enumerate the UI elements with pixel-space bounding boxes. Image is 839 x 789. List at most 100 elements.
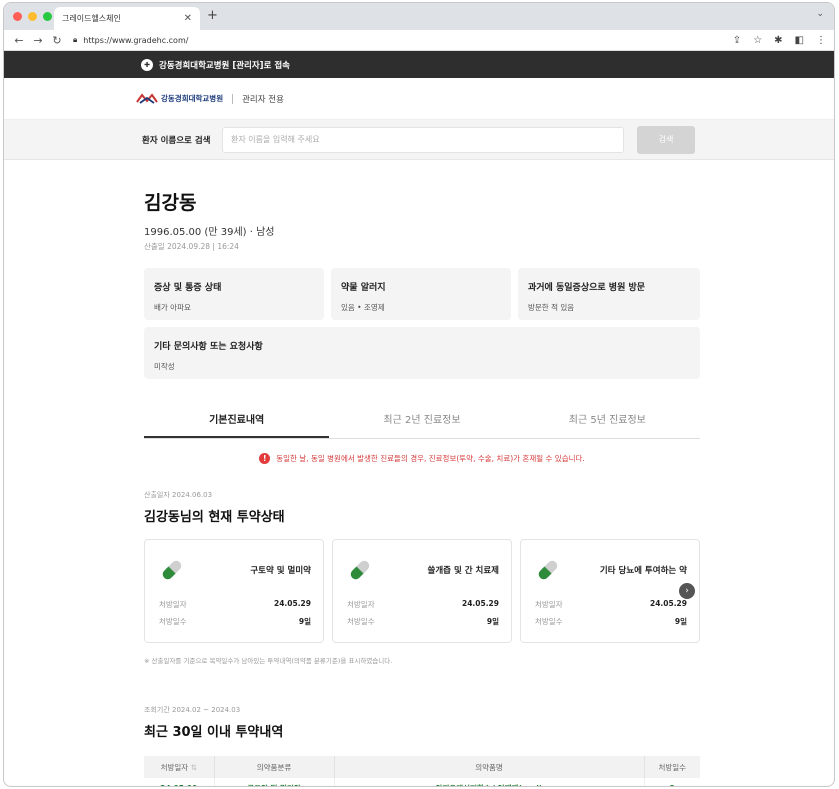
tab-recent-2-years[interactable]: 최근 2년 진료정보 (329, 411, 514, 438)
browser-tabbar: 그레이드헬스체인 ✕ + ⌄ (4, 3, 834, 30)
notice-banner: ! 동일한 날, 동일 병원에서 발생한 진료들의 경우, 진료정보(투약, 수… (144, 453, 700, 464)
card-value: 방문한 적 있음 (528, 303, 575, 312)
site-header: 강동경희대학교병원 관리자 전용 (4, 78, 834, 120)
address-bar: ← → ↻ 🔒︎ https://www.gradehc.com/ ⇪ ☆ ✱ … (4, 30, 834, 51)
sidebar-icon[interactable]: ◧ (795, 35, 804, 46)
prescription-days: 9일 (486, 617, 499, 626)
new-tab-icon[interactable]: + (207, 8, 218, 23)
pill-icon (162, 560, 182, 580)
patient-name: 김강동 (144, 192, 197, 214)
table-header-row: 처방일자 ⇅ 의약품분류 의약품명 처방일수 (144, 756, 700, 778)
carousel-next-icon[interactable]: › (679, 583, 695, 599)
prescription-days-label: 처방일수 (159, 617, 187, 626)
pill-icon (350, 560, 370, 580)
share-icon[interactable]: ⇪ (733, 35, 741, 46)
footnote: ※ 산출일자를 기준으로 복약일수가 남아있는 투약내역(의약품 분류기준)을 … (144, 657, 393, 665)
close-window-icon[interactable] (13, 12, 22, 21)
menu-icon[interactable]: ⋮ (816, 35, 826, 46)
med-name: 기타 당뇨에 투여하는 약 (599, 566, 687, 576)
column-header-date[interactable]: 처방일자 ⇅ (144, 756, 215, 778)
logo-divider (232, 93, 234, 104)
search-button[interactable]: 검색 (637, 125, 695, 154)
bookmark-icon[interactable]: ☆ (753, 35, 762, 46)
patient-search-input[interactable] (222, 126, 624, 153)
alert-icon: ! (259, 453, 271, 464)
medication-card[interactable]: 구토약 및 멀미약 처방일자 24.05.29 처방일수 9일 (144, 539, 324, 643)
prescription-date-label: 처방일자 (347, 600, 375, 609)
admin-bar-text: 강동경희대학교병원 [관리자]로 접속 (159, 60, 290, 71)
tab-title: 그레이드헬스체인 (62, 14, 121, 23)
med-name: 구토약 및 멀미약 (250, 566, 311, 576)
maximize-window-icon[interactable] (43, 12, 52, 21)
patient-info-cards: 증상 및 통증 상태 배가 아파요 약물 알러지 있음 • 조영제 과거에 동일… (144, 268, 700, 379)
window-controls (13, 12, 52, 21)
browser-window: 그레이드헬스체인 ✕ + ⌄ ← → ↻ 🔒︎ https://www.grad… (3, 2, 835, 787)
browser-actions: ⇪ ☆ ✱ ◧ ⋮ (733, 35, 826, 46)
cell-category: 구토약 및 멀미약 (214, 778, 335, 786)
admin-bar: ✚ 강동경희대학교병원 [관리자]로 접속 (4, 51, 834, 78)
chevron-down-icon[interactable]: ⌄ (816, 9, 824, 19)
current-title: 김강동님의 현재 투약상태 (144, 510, 285, 525)
patient-info: 1996.05.00 (만 39세) · 남성 (144, 227, 275, 238)
hospital-icon: ✚ (141, 58, 153, 71)
prescription-days: 9일 (674, 617, 687, 626)
prescription-date: 24.05.29 (461, 599, 499, 608)
search-label: 환자 이름으로 검색 (142, 135, 211, 146)
card-title: 약물 알러지 (341, 283, 386, 293)
prescription-date: 24.05.29 (273, 599, 311, 608)
search-bar: 환자 이름으로 검색 검색 (4, 120, 834, 160)
tab-recent-5-years[interactable]: 최근 5년 진료정보 (515, 411, 700, 438)
prescription-date: 24.05.29 (649, 599, 687, 608)
logo-emblem-icon (136, 92, 158, 104)
medication-cards: 구토약 및 멀미약 처방일자 24.05.29 처방일수 9일 쓸개즙 및 간 치료… (144, 539, 700, 643)
column-header-name: 의약품명 (334, 756, 645, 778)
sort-icon[interactable]: ⇅ (191, 763, 197, 772)
patient-detail: 김강동 1996.05.00 (만 39세) · 남성 산출일 2024.09.… (144, 188, 700, 786)
record-tabs: 기본진료내역 최근 2년 진료정보 최근 5년 진료정보 (144, 411, 700, 439)
lock-icon: 🔒︎ (73, 35, 78, 44)
table-row[interactable]: 24.05.00 구토약 및 멀미약 안지오텐신전환효소억제제(acei) 2 (144, 778, 700, 786)
logo-text: 강동경희대학교병원 (161, 94, 224, 103)
patient-date: 산출일 2024.09.28 | 16:24 (144, 242, 239, 251)
past-visit-card: 과거에 동일증상으로 병원 방문 방문한 적 있음 (518, 268, 700, 320)
cell-date: 24.05.00 (144, 778, 215, 786)
prescription-date-label: 처방일자 (535, 600, 563, 609)
prescription-days-label: 처방일수 (347, 617, 375, 626)
cell-days: 2 (644, 778, 700, 786)
browser-tab[interactable]: 그레이드헬스체인 ✕ (54, 7, 200, 30)
url-text: https://www.gradehc.com/ (83, 35, 189, 45)
hospital-logo[interactable]: 강동경희대학교병원 (136, 92, 224, 105)
medication-card[interactable]: 기타 당뇨에 투여하는 약 처방일자 24.05.29 처방일수 9일 (520, 539, 700, 643)
reload-icon[interactable]: ↻ (50, 34, 64, 47)
forward-icon[interactable]: → (31, 34, 45, 47)
prescription-days: 9일 (298, 617, 311, 626)
symptom-card: 증상 및 통증 상태 배가 아파요 (144, 268, 324, 320)
card-title: 과거에 동일증상으로 병원 방문 (528, 283, 646, 293)
allergy-card: 약물 알러지 있음 • 조영제 (331, 268, 511, 320)
column-header-days: 처방일수 (644, 756, 700, 778)
recent-prescriptions-table: 처방일자 ⇅ 의약품분류 의약품명 처방일수 24.05.00 구토약 및 멀미… (144, 756, 700, 786)
current-date: 산출일자 2024.06.03 (144, 491, 213, 499)
url-field[interactable]: 🔒︎ https://www.gradehc.com/ (73, 35, 188, 45)
medication-card[interactable]: 쓸개즙 및 간 치료제 처방일자 24.05.29 처방일수 9일 (332, 539, 512, 643)
column-header-category: 의약품분류 (214, 756, 335, 778)
tab-close-icon[interactable]: ✕ (184, 13, 192, 24)
query-period: 조회기간 2024.02 ~ 2024.03 (144, 706, 241, 714)
card-title: 기타 문의사항 또는 요청사항 (154, 342, 263, 352)
card-title: 증상 및 통증 상태 (154, 283, 222, 293)
card-value: 배가 아파요 (154, 303, 191, 312)
tab-basic-records[interactable]: 기본진료내역 (144, 411, 330, 438)
back-icon[interactable]: ← (12, 34, 26, 47)
pill-icon (538, 560, 558, 580)
med-name: 쓸개즙 및 간 치료제 (427, 566, 499, 576)
extensions-icon[interactable]: ✱ (774, 35, 782, 46)
minimize-window-icon[interactable] (28, 12, 37, 21)
cell-name: 안지오텐신전환효소억제제(acei) (334, 778, 645, 786)
card-value: 있음 • 조영제 (341, 303, 385, 312)
admin-only-label: 관리자 전용 (242, 94, 284, 105)
prescription-days-label: 처방일수 (535, 617, 563, 626)
recent-title: 최근 30일 이내 투약내역 (144, 725, 284, 740)
card-value: 미작성 (154, 362, 175, 371)
notice-text: 동일한 날, 동일 병원에서 발생한 진료들의 경우, 진료정보(투약, 수술,… (276, 454, 585, 463)
prescription-date-label: 처방일자 (159, 600, 187, 609)
